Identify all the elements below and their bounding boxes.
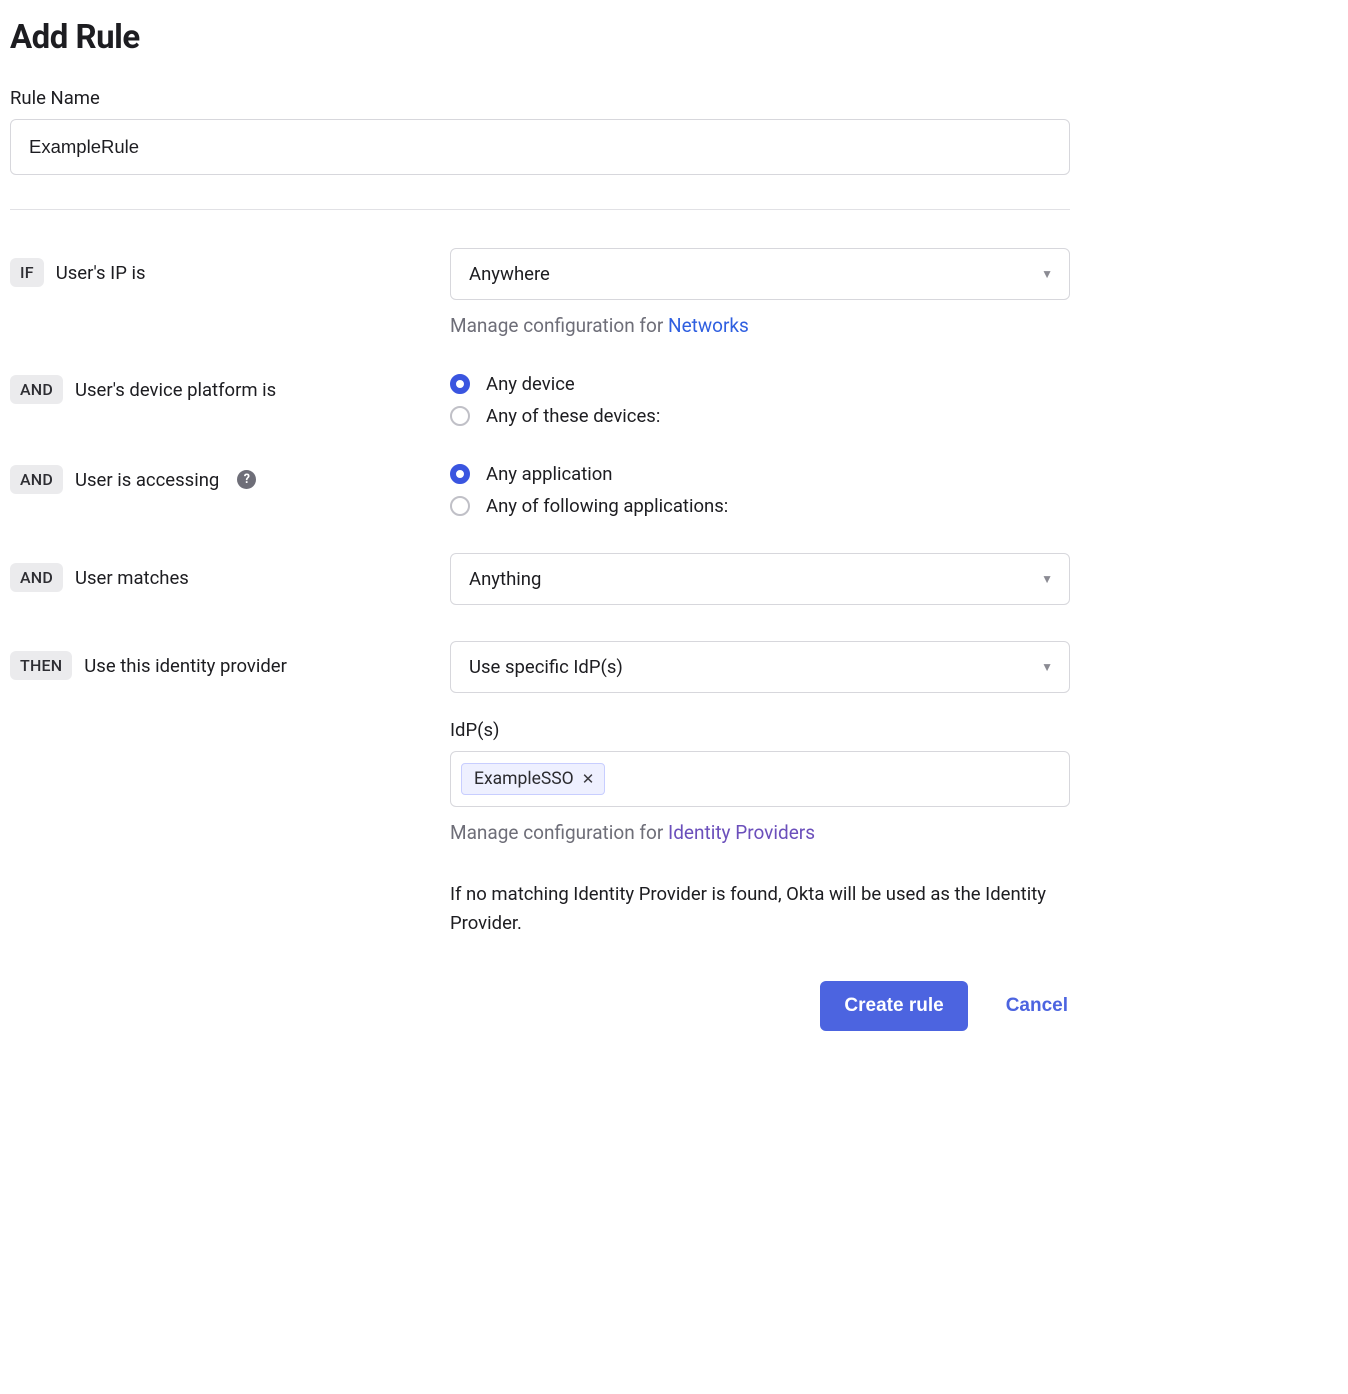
ip-select[interactable]: Anywhere ▼ [450,248,1070,300]
radio-app-any[interactable] [450,464,470,484]
radio-app-any-label: Any application [486,463,613,485]
ip-hint: Manage configuration for Networks [450,314,1070,337]
radio-app-specific[interactable] [450,496,470,516]
condition-ip-label: User's IP is [56,262,146,284]
caret-down-icon: ▼ [1041,660,1053,674]
idp-mode-select-value: Use specific IdP(s) [469,656,623,678]
condition-matches-label: User matches [75,567,189,589]
page-title: Add Rule [10,18,1070,57]
idps-label: IdP(s) [450,719,1070,741]
divider [10,209,1070,210]
idps-input[interactable]: ExampleSSO ✕ [450,751,1070,807]
tag-if: IF [10,258,44,287]
radio-device-specific-label: Any of these devices: [486,405,660,427]
radio-device-any[interactable] [450,374,470,394]
rule-name-label: Rule Name [10,87,1070,109]
condition-accessing-label: User is accessing [75,469,219,491]
caret-down-icon: ▼ [1041,572,1053,586]
tag-and-matches: AND [10,563,63,592]
networks-link[interactable]: Networks [668,314,749,337]
idp-mode-select[interactable]: Use specific IdP(s) ▼ [450,641,1070,693]
matches-select-value: Anything [469,568,541,590]
idp-chip-label: ExampleSSO [474,769,574,789]
tag-and-device: AND [10,375,63,404]
idp-chip: ExampleSSO ✕ [461,763,605,795]
close-icon[interactable]: ✕ [582,772,595,787]
create-rule-button[interactable]: Create rule [820,981,967,1031]
rule-name-input[interactable] [10,119,1070,175]
cancel-button[interactable]: Cancel [1004,981,1070,1031]
identity-providers-link[interactable]: Identity Providers [668,821,815,844]
action-idp-label: Use this identity provider [84,655,287,677]
ip-select-value: Anywhere [469,263,550,285]
radio-app-specific-label: Any of following applications: [486,495,728,517]
fallback-note: If no matching Identity Provider is foun… [450,880,1070,937]
tag-then: THEN [10,651,72,680]
matches-select[interactable]: Anything ▼ [450,553,1070,605]
tag-and-accessing: AND [10,465,63,494]
radio-device-any-label: Any device [486,373,575,395]
condition-device-label: User's device platform is [75,379,276,401]
idp-hint: Manage configuration for Identity Provid… [450,821,1070,844]
radio-device-specific[interactable] [450,406,470,426]
help-icon[interactable]: ? [237,470,256,489]
caret-down-icon: ▼ [1041,267,1053,281]
